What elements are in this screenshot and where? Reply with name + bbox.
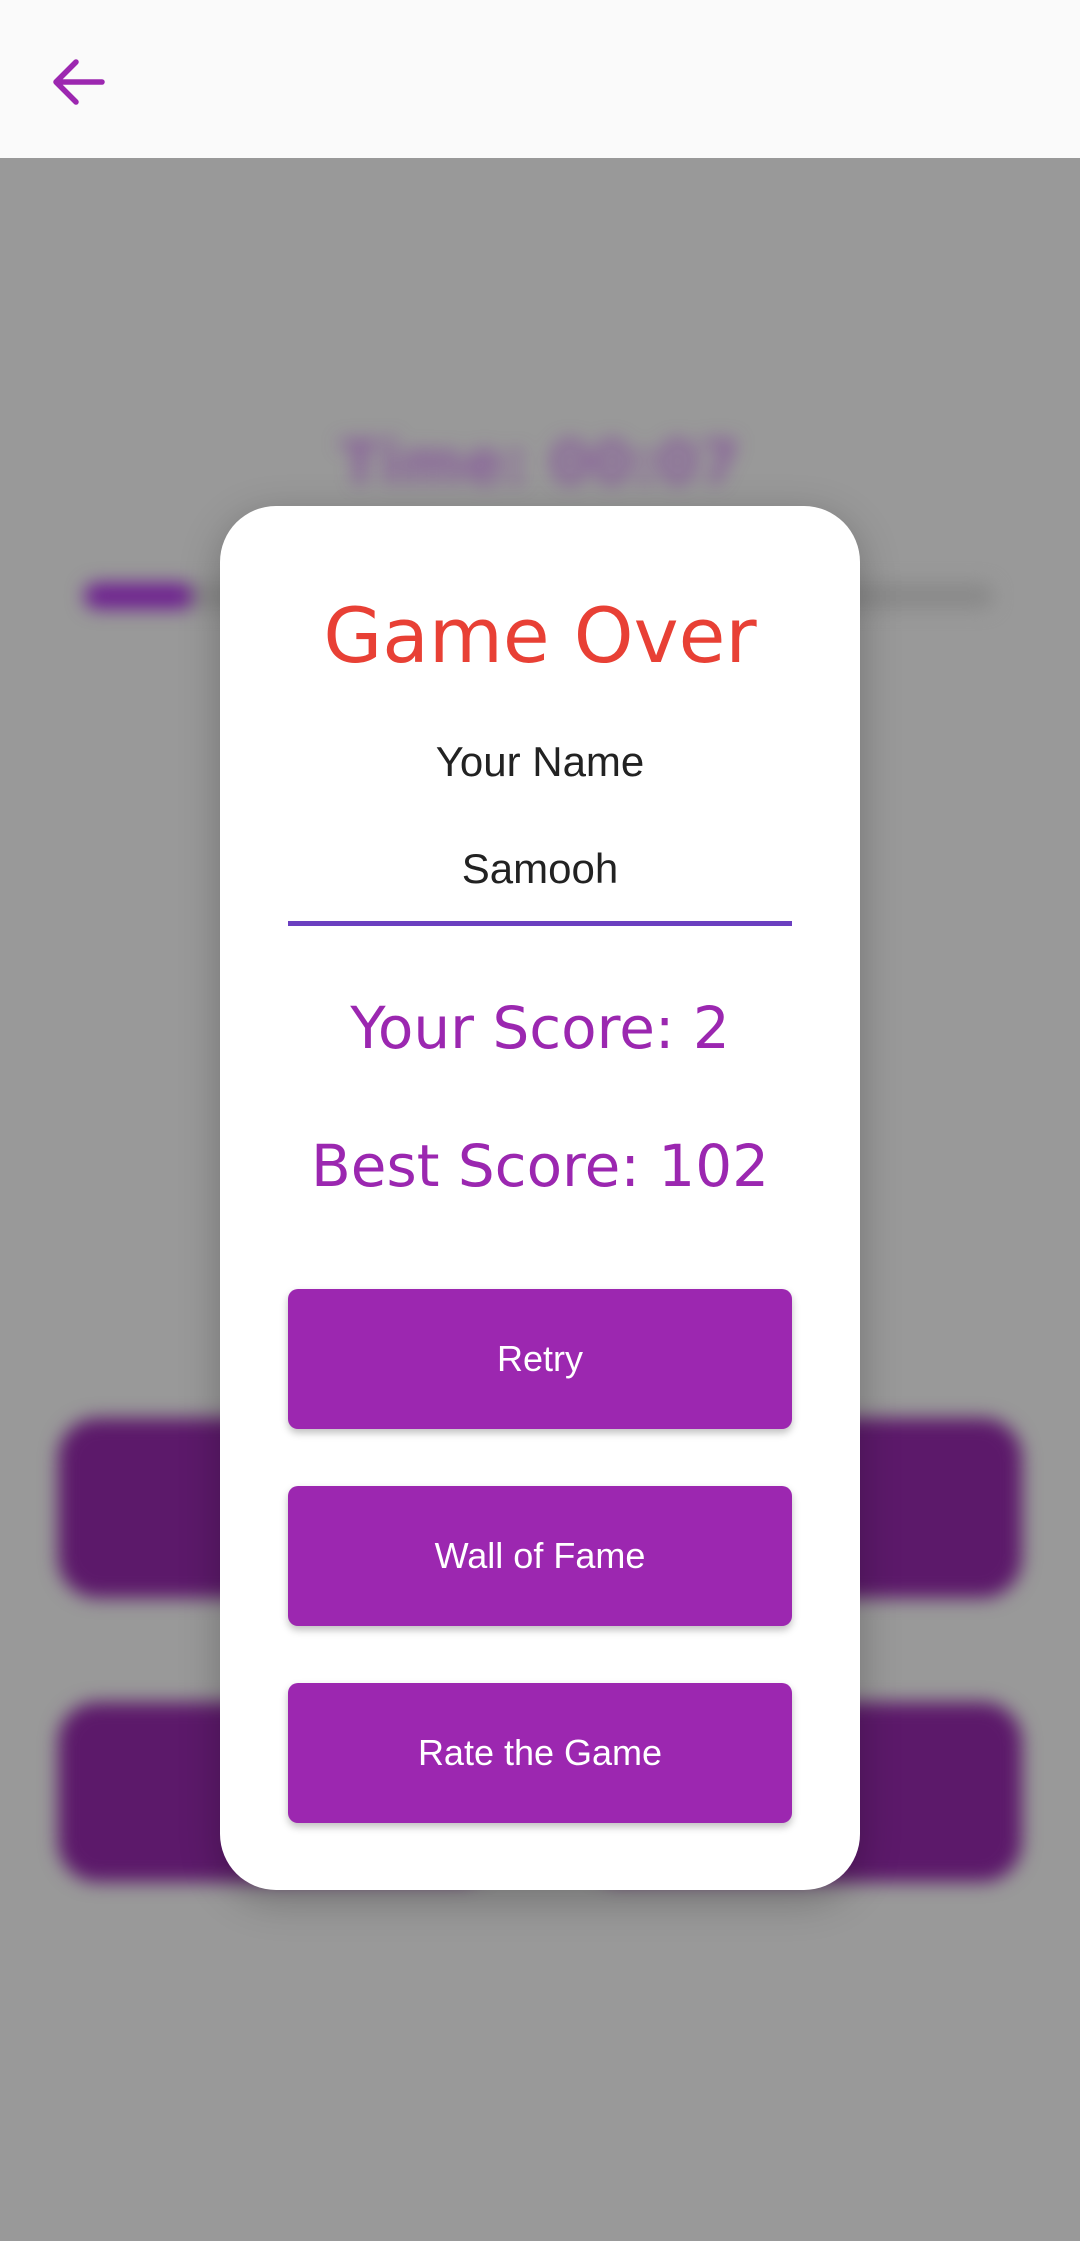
- timer-text: Time: 00:07: [339, 428, 741, 498]
- dialog-title: Game Over: [323, 591, 757, 680]
- wall-of-fame-button[interactable]: Wall of Fame: [288, 1486, 792, 1626]
- rate-game-button[interactable]: Rate the Game: [288, 1683, 792, 1823]
- your-score: Your Score: 2: [350, 994, 730, 1062]
- retry-button[interactable]: Retry: [288, 1289, 792, 1429]
- back-button[interactable]: [30, 34, 126, 130]
- name-label: Your Name: [435, 738, 645, 785]
- game-over-screen: Time: 00:07 Game Over Your Name Your Sco…: [0, 0, 1080, 2241]
- arrow-back-icon: [53, 59, 105, 105]
- app-bar: [0, 0, 1080, 158]
- game-over-dialog: Game Over Your Name Your Score: 2 Best S…: [220, 506, 860, 1890]
- best-score: Best Score: 102: [311, 1132, 769, 1200]
- time-progress-fill: [84, 583, 194, 609]
- name-input[interactable]: [288, 816, 792, 926]
